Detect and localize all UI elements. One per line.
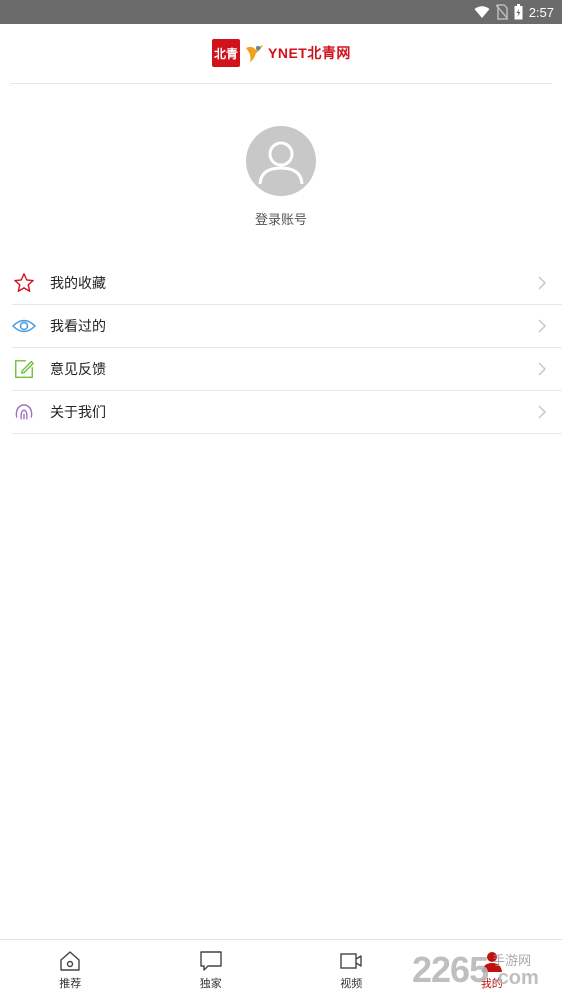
bird-logo-icon xyxy=(246,45,263,62)
video-icon xyxy=(340,953,362,969)
menu-label: 意见反馈 xyxy=(50,362,106,378)
watermark-com: .com xyxy=(492,967,539,989)
status-bar: 2:57 xyxy=(0,0,562,24)
tab-recommend[interactable]: 推荐 xyxy=(0,940,141,999)
wifi-icon xyxy=(474,6,490,18)
watermark: 2265 手游网 .com xyxy=(412,944,539,990)
menu-item-feedback[interactable]: 意见反馈 xyxy=(12,348,562,391)
eye-icon xyxy=(12,314,36,338)
tab-video[interactable]: 视频 xyxy=(281,940,422,999)
menu-item-about[interactable]: 关于我们 xyxy=(12,391,562,434)
chevron-right-icon xyxy=(538,319,547,333)
header-divider xyxy=(10,83,552,84)
no-sim-icon xyxy=(495,4,508,20)
avatar[interactable] xyxy=(246,126,316,196)
login-account-link[interactable]: 登录账号 xyxy=(0,209,562,228)
tab-label: 独家 xyxy=(199,977,222,990)
app-logo: 北青 YNET北青网 xyxy=(212,38,351,68)
logo-text: YNET北青网 xyxy=(268,45,351,61)
home-icon xyxy=(60,951,80,971)
menu-label: 我的收藏 xyxy=(50,276,106,292)
edit-icon xyxy=(12,357,36,381)
chat-icon xyxy=(200,951,222,971)
watermark-side: 手游网 .com xyxy=(492,955,539,988)
watermark-number: 2265 xyxy=(412,949,489,990)
menu-label: 我看过的 xyxy=(50,319,106,335)
chevron-right-icon xyxy=(538,405,547,419)
chevron-right-icon xyxy=(538,362,547,376)
logo-badge: 北青 xyxy=(212,39,240,67)
chevron-right-icon xyxy=(538,276,547,290)
tab-exclusive[interactable]: 独家 xyxy=(141,940,282,999)
status-time: 2:57 xyxy=(528,4,554,20)
status-icons: 2:57 xyxy=(474,0,554,24)
battery-icon xyxy=(514,4,523,20)
info-icon xyxy=(12,400,36,424)
tab-label: 视频 xyxy=(340,977,363,990)
tab-label: 推荐 xyxy=(59,977,82,990)
menu-item-history[interactable]: 我看过的 xyxy=(12,305,562,348)
user-avatar-icon xyxy=(258,141,304,185)
menu-label: 关于我们 xyxy=(50,405,106,421)
star-icon xyxy=(12,271,36,295)
menu-item-favorites[interactable]: 我的收藏 xyxy=(12,262,562,305)
menu-list: 我的收藏 我看过的 意见反馈 关于我们 xyxy=(0,262,562,434)
